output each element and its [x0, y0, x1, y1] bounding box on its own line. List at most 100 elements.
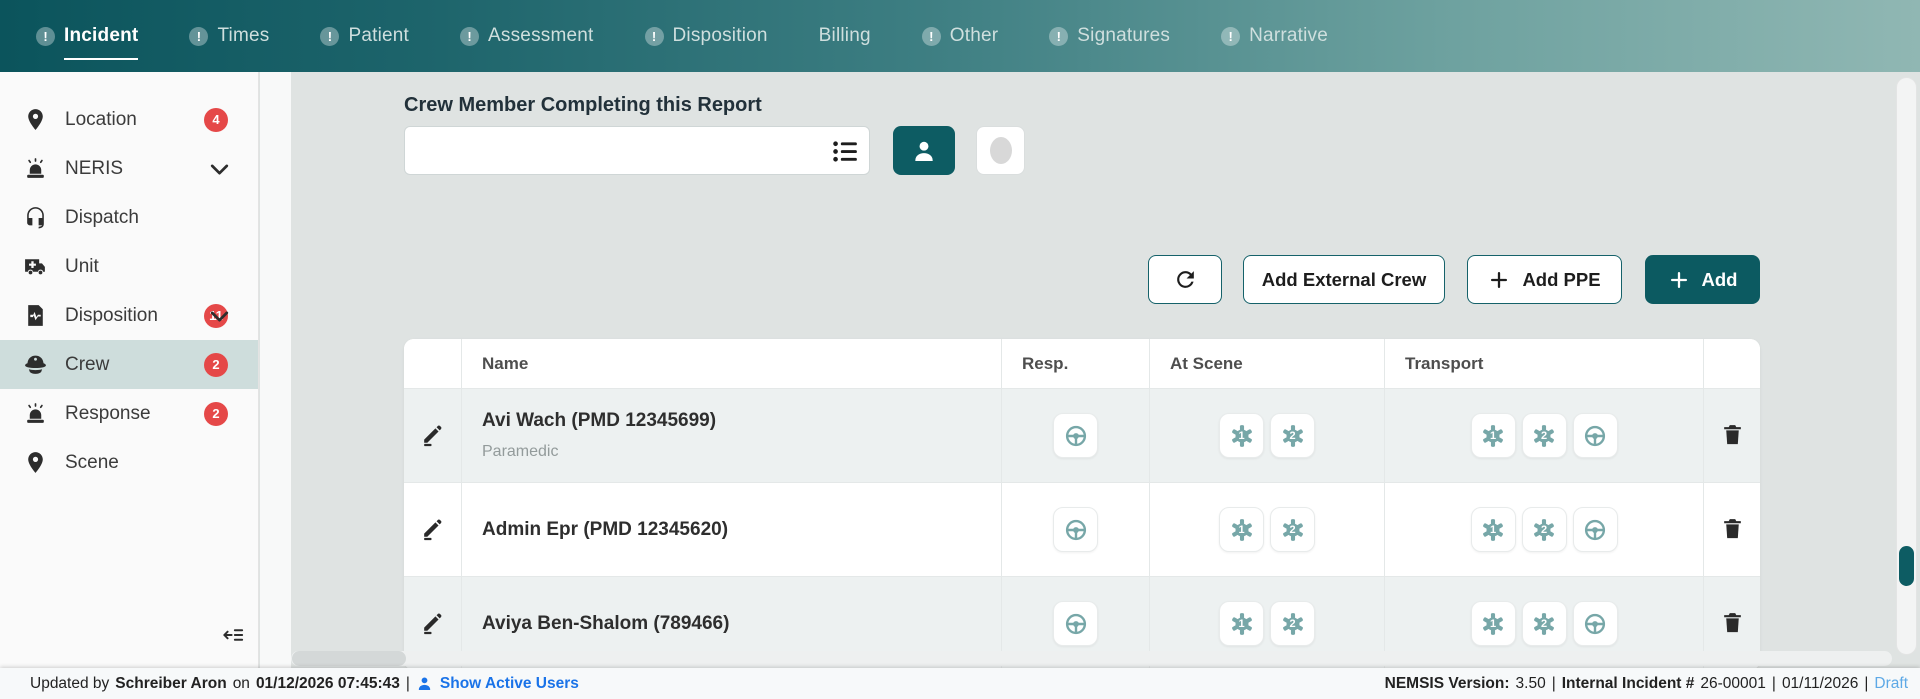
- resp-driver-toggle[interactable]: [1053, 507, 1098, 552]
- alert-count-badge: 2: [204, 402, 228, 426]
- tab-narrative[interactable]: ! Narrative: [1221, 25, 1328, 47]
- delete-crew-button[interactable]: [1720, 516, 1745, 544]
- show-active-users-link[interactable]: Show Active Users: [416, 675, 579, 693]
- crew-member-role: Paramedic: [482, 443, 558, 461]
- tab-times[interactable]: ! Times: [189, 25, 269, 47]
- header-at-scene: At Scene: [1149, 339, 1384, 388]
- divider: |: [1772, 675, 1776, 693]
- refresh-button[interactable]: [1148, 255, 1222, 304]
- sidebar-item-label: Location: [65, 109, 137, 131]
- add-external-crew-button[interactable]: Add External Crew: [1243, 255, 1445, 304]
- edit-pencil-icon: [420, 516, 445, 541]
- nemsis-version-label: NEMSIS Version:: [1385, 675, 1510, 693]
- delete-crew-button[interactable]: [1720, 422, 1745, 450]
- transport-crew1-toggle[interactable]: 1: [1471, 413, 1516, 458]
- lookup-list-button[interactable]: [830, 136, 861, 167]
- updated-prefix: Updated by: [30, 675, 109, 693]
- trash-icon: [1720, 516, 1745, 541]
- at-scene-crew1-toggle[interactable]: 1: [1219, 507, 1264, 552]
- at-scene-crew1-toggle[interactable]: 1: [1219, 413, 1264, 458]
- tab-billing[interactable]: Billing: [819, 25, 871, 47]
- sidebar-item-response[interactable]: Response 2: [0, 389, 258, 438]
- collapse-sidebar-button[interactable]: [220, 624, 246, 646]
- assign-self-button[interactable]: [893, 126, 955, 175]
- steering-wheel-icon: [1582, 611, 1608, 637]
- secondary-person-button[interactable]: [976, 126, 1025, 175]
- alert-icon: !: [645, 27, 664, 46]
- chevron-down-icon[interactable]: [207, 303, 232, 328]
- header-resp: Resp.: [1001, 339, 1149, 388]
- crew-member-input[interactable]: [417, 127, 817, 174]
- trash-icon: [1720, 422, 1745, 447]
- resp-driver-toggle[interactable]: [1053, 413, 1098, 458]
- horizontal-scrollbar[interactable]: [291, 651, 1892, 666]
- steering-wheel-icon: [1582, 517, 1608, 543]
- tab-disposition[interactable]: ! Disposition: [645, 25, 768, 47]
- sidebar-item-disposition[interactable]: Disposition 11: [0, 291, 258, 340]
- tab-label: Signatures: [1077, 25, 1170, 47]
- sidebar-item-neris[interactable]: NERIS: [0, 144, 258, 193]
- crew-member-name: Aviya Ben-Shalom (789466): [482, 613, 729, 635]
- add-ppe-button[interactable]: Add PPE: [1467, 255, 1622, 304]
- at-scene-crew1-toggle[interactable]: 1: [1219, 601, 1264, 646]
- horizontal-scrollbar-thumb[interactable]: [292, 651, 406, 666]
- transport-crew1-toggle[interactable]: 1: [1471, 601, 1516, 646]
- transport-driver-toggle[interactable]: [1573, 413, 1618, 458]
- edit-crew-button[interactable]: [420, 516, 445, 544]
- sidebar-item-label: Dispatch: [65, 207, 139, 229]
- transport-driver-toggle[interactable]: [1573, 601, 1618, 646]
- placeholder-dot-icon: [990, 137, 1012, 164]
- edit-crew-button[interactable]: [420, 422, 445, 450]
- tab-label: Other: [950, 25, 999, 47]
- tab-label: Disposition: [673, 25, 768, 47]
- tab-signatures[interactable]: ! Signatures: [1049, 25, 1170, 47]
- app-window: ! Incident ! Times ! Patient ! Assessmen…: [0, 0, 1920, 699]
- alert-icon: !: [189, 27, 208, 46]
- chevron-down-icon[interactable]: [207, 156, 232, 181]
- alert-count-badge: 2: [204, 353, 228, 377]
- transport-crew2-toggle[interactable]: 2: [1522, 601, 1567, 646]
- person-icon: [416, 675, 433, 692]
- vertical-scrollbar-thumb[interactable]: [1899, 546, 1914, 586]
- siren-icon: [23, 401, 48, 426]
- top-nav: ! Incident ! Times ! Patient ! Assessmen…: [0, 0, 1920, 72]
- sidebar-item-crew[interactable]: Crew 2: [0, 340, 258, 389]
- edit-pencil-icon: [420, 422, 445, 447]
- divider: |: [1864, 675, 1868, 693]
- sidebar-item-location[interactable]: Location 4: [0, 95, 258, 144]
- add-crew-button[interactable]: Add: [1645, 255, 1760, 304]
- report-status-badge[interactable]: Draft: [1874, 675, 1908, 693]
- crew-table-row: Admin Epr (PMD 12345620) 1 2 1 2: [404, 482, 1760, 576]
- resp-driver-toggle[interactable]: [1053, 601, 1098, 646]
- vertical-scrollbar[interactable]: [1896, 77, 1917, 655]
- at-scene-crew2-toggle[interactable]: 2: [1270, 601, 1315, 646]
- sidebar-item-dispatch[interactable]: Dispatch: [0, 193, 258, 242]
- sidebar-item-label: Crew: [65, 354, 109, 376]
- divider: |: [406, 675, 410, 693]
- on-word: on: [233, 675, 250, 693]
- header-transport: Transport: [1384, 339, 1703, 388]
- crew-table: Name Resp. At Scene Transport Avi Wach (…: [404, 339, 1760, 668]
- edit-crew-button[interactable]: [420, 610, 445, 638]
- tab-label: Times: [217, 25, 269, 47]
- transport-driver-toggle[interactable]: [1573, 507, 1618, 552]
- transport-crew1-toggle[interactable]: 1: [1471, 507, 1516, 552]
- sidebar-item-scene[interactable]: Scene: [0, 438, 258, 487]
- tab-other[interactable]: ! Other: [922, 25, 999, 47]
- at-scene-crew2-toggle[interactable]: 2: [1270, 413, 1315, 458]
- trash-icon: [1720, 610, 1745, 635]
- delete-crew-button[interactable]: [1720, 610, 1745, 638]
- transport-crew2-toggle[interactable]: 2: [1522, 507, 1567, 552]
- tab-assessment[interactable]: ! Assessment: [460, 25, 593, 47]
- alert-icon: !: [460, 27, 479, 46]
- steering-wheel-icon: [1063, 517, 1089, 543]
- transport-crew2-toggle[interactable]: 2: [1522, 413, 1567, 458]
- sidebar-item-unit[interactable]: Unit: [0, 242, 258, 291]
- tab-label: Narrative: [1249, 25, 1328, 47]
- incident-date: 01/11/2026: [1782, 675, 1858, 693]
- status-bar: Updated by Schreiber Aron on 01/12/2026 …: [0, 668, 1920, 699]
- at-scene-crew2-toggle[interactable]: 2: [1270, 507, 1315, 552]
- tab-patient[interactable]: ! Patient: [320, 25, 409, 47]
- tab-incident[interactable]: ! Incident: [36, 25, 138, 47]
- refresh-icon: [1173, 267, 1198, 292]
